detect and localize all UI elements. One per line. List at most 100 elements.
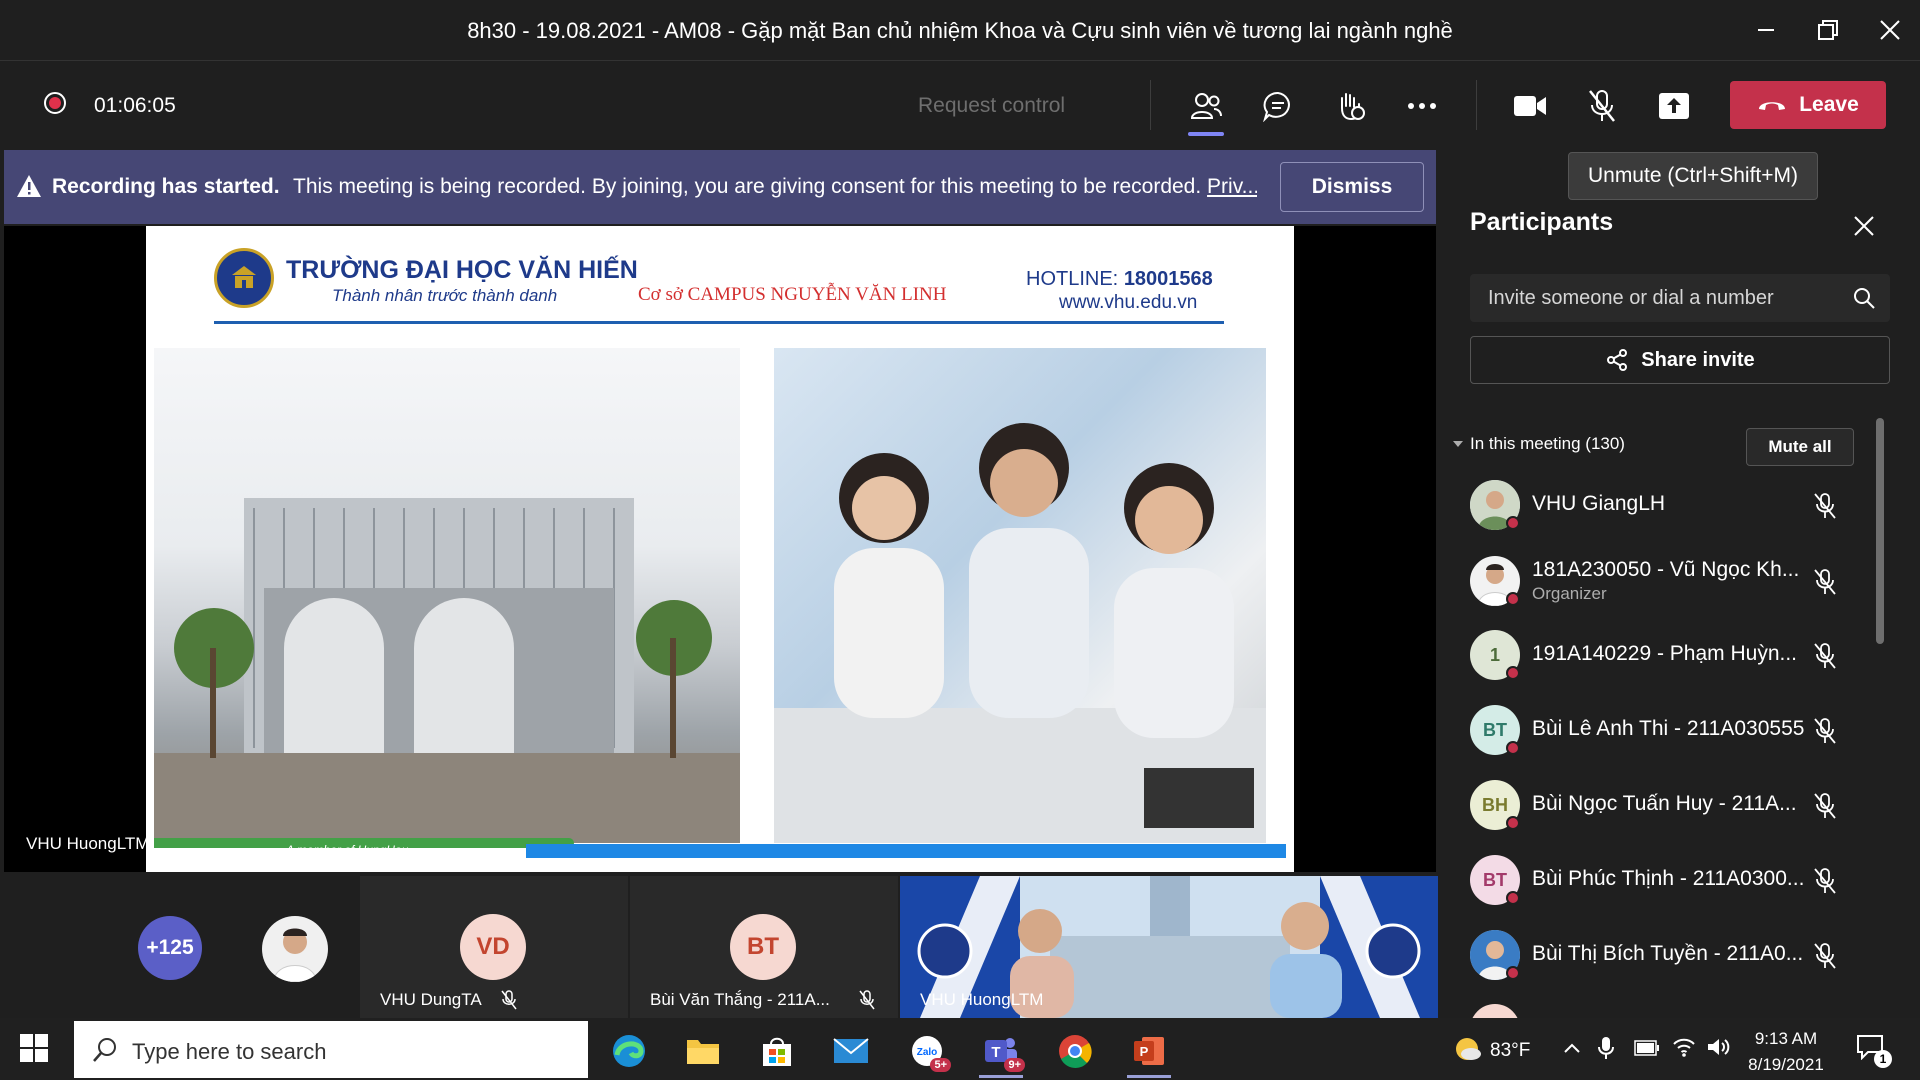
wifi-icon[interactable] (1672, 1036, 1696, 1058)
participant-row[interactable]: Bùi Thị Bích Tuyền - 211A0... (1470, 924, 1870, 988)
close-window-button[interactable] (1860, 12, 1920, 48)
more-participants-button[interactable]: +125 (138, 916, 202, 980)
participant-role: Organizer (1532, 584, 1607, 603)
campus-gate-photo (154, 348, 740, 843)
recording-indicator-icon (44, 92, 66, 114)
panel-scrollbar[interactable] (1876, 418, 1884, 644)
presence-busy-icon (1506, 592, 1520, 606)
participant-row[interactable]: BT Bùi Lê Anh Thi - 211A030555 (1470, 699, 1870, 763)
chat-button[interactable] (1256, 84, 1300, 128)
notification-count: 1 (1874, 1050, 1892, 1068)
mail-app[interactable] (821, 1024, 881, 1078)
presenter-tile-name: VHU HuongLTM (920, 990, 1044, 1009)
mail-icon (833, 1038, 869, 1063)
presence-busy-icon (1506, 666, 1520, 680)
request-control-button[interactable]: Request control (918, 94, 1065, 118)
participant-row-partial (1470, 1004, 1520, 1018)
taskbar-clock[interactable]: 9:13 AM 8/19/2021 (1738, 1026, 1834, 1078)
raise-hand-button[interactable] (1328, 84, 1372, 128)
clock-time: 9:13 AM (1754, 1029, 1818, 1048)
university-name: TRƯỜNG ĐẠI HỌC VĂN HIẾN (286, 256, 638, 284)
hotline-number: 18001568 (1123, 268, 1213, 290)
panel-title: Participants (1470, 208, 1614, 236)
participant-row[interactable]: BH Bùi Ngọc Tuấn Huy - 211A... (1470, 774, 1870, 838)
taskbar-search-box[interactable]: Type here to search (74, 1021, 588, 1078)
battery-icon[interactable] (1634, 1040, 1660, 1056)
presence-busy-icon (1506, 816, 1520, 830)
participant-name: Bùi Phúc Thịnh - 211A0300... (1532, 867, 1805, 890)
in-meeting-section-toggle[interactable]: In this meeting (130) (1452, 434, 1625, 454)
camera-button[interactable] (1508, 84, 1552, 128)
chevron-up-icon[interactable] (1564, 1042, 1580, 1054)
restore-button[interactable] (1798, 12, 1858, 48)
more-actions-button[interactable] (1400, 84, 1444, 128)
mic-off-icon (1814, 793, 1836, 819)
dismiss-button[interactable]: Dismiss (1280, 162, 1424, 212)
unmute-tooltip: Unmute (Ctrl+Shift+M) (1568, 152, 1818, 200)
mic-off-icon (1814, 493, 1836, 519)
minimize-button[interactable] (1736, 12, 1796, 48)
warning-icon (17, 175, 41, 197)
svg-text:P: P (1140, 1044, 1149, 1059)
mic-button[interactable] (1580, 84, 1624, 128)
share-invite-label: Share invite (1641, 348, 1755, 371)
share-invite-button[interactable]: Share invite (1470, 336, 1890, 384)
powerpoint-app[interactable]: P (1119, 1024, 1179, 1078)
participant-tile-name: VHU DungTA (380, 990, 482, 1009)
microphone-in-use-icon[interactable] (1598, 1036, 1614, 1060)
mic-off-icon (1814, 569, 1836, 595)
participant-name: Bùi Thị Bích Tuyền - 211A0... (1532, 942, 1804, 965)
close-icon (1880, 20, 1900, 40)
zalo-app[interactable]: Zalo 5+ (897, 1024, 957, 1078)
start-button[interactable] (20, 1034, 48, 1067)
invite-search-input[interactable]: Invite someone or dial a number (1470, 274, 1890, 322)
chrome-icon (1059, 1035, 1092, 1068)
share-tray-icon (1659, 93, 1689, 119)
participant-row[interactable]: 181A230050 - Vũ Ngọc Kh... Organizer (1470, 550, 1870, 614)
svg-text:T: T (991, 1044, 1000, 1061)
chrome-app[interactable] (1045, 1024, 1105, 1078)
window-title: 8h30 - 19.08.2021 - AM08 - Gặp mặt Ban c… (467, 18, 1453, 43)
participants-button[interactable] (1184, 84, 1228, 136)
university-motto: Thành nhân trước thành danh (332, 286, 558, 305)
meeting-timer: 01:06:05 (94, 94, 176, 117)
search-icon (1854, 288, 1875, 309)
footer-blue-bar (526, 844, 1286, 858)
recording-banner: Recording has started. This meeting is b… (4, 150, 1436, 224)
mic-off-icon (1814, 718, 1836, 744)
teams-app[interactable]: T 9+ (971, 1024, 1031, 1078)
participant-initials-avatar: VD (460, 914, 526, 980)
participant-row[interactable]: 1 191A140229 - Phạm Huỳn... (1470, 624, 1870, 688)
banner-message: Recording has started. This meeting is b… (52, 175, 1257, 199)
participant-photo-avatar[interactable] (262, 916, 328, 982)
university-seal-icon (232, 266, 256, 288)
mic-off-icon (859, 990, 875, 1010)
minimize-icon (1758, 29, 1774, 31)
store-app[interactable] (747, 1024, 807, 1078)
file-explorer-app[interactable] (673, 1024, 733, 1078)
mic-off-icon (501, 990, 517, 1010)
weather-widget[interactable] (1452, 1034, 1482, 1069)
title-bar: 8h30 - 19.08.2021 - AM08 - Gặp mặt Ban c… (0, 0, 1920, 61)
close-panel-button[interactable] (1848, 210, 1880, 242)
participant-name: 191A140229 - Phạm Huỳn... (1532, 642, 1798, 665)
shared-slide: TRƯỜNG ĐẠI HỌC VĂN HIẾN Thành nhân trước… (146, 226, 1294, 872)
more-icon (1408, 103, 1436, 109)
hotline: HOTLINE: 18001568 (1026, 268, 1213, 291)
campus-name: Cơ sở CAMPUS NGUYỄN VĂN LINH (638, 284, 947, 305)
participant-row[interactable]: VHU GiangLH (1470, 474, 1870, 538)
privacy-link[interactable]: Priv... (1207, 175, 1257, 198)
share-content-button[interactable] (1652, 84, 1696, 128)
leave-label: Leave (1799, 93, 1859, 116)
leave-button[interactable]: Leave (1730, 81, 1886, 129)
video-camera-icon (1514, 96, 1546, 116)
presence-busy-icon (1506, 741, 1520, 755)
teams-badge: 9+ (1004, 1058, 1025, 1072)
edge-app[interactable] (599, 1024, 659, 1078)
mute-all-button[interactable]: Mute all (1746, 428, 1854, 466)
volume-icon[interactable] (1706, 1036, 1730, 1058)
notification-center-button[interactable]: 1 (1856, 1034, 1896, 1068)
participant-name: Bùi Lê Anh Thi - 211A030555 (1532, 717, 1805, 740)
participant-row[interactable]: BT Bùi Phúc Thịnh - 211A0300... (1470, 849, 1870, 913)
hotline-label: HOTLINE: (1026, 268, 1119, 290)
